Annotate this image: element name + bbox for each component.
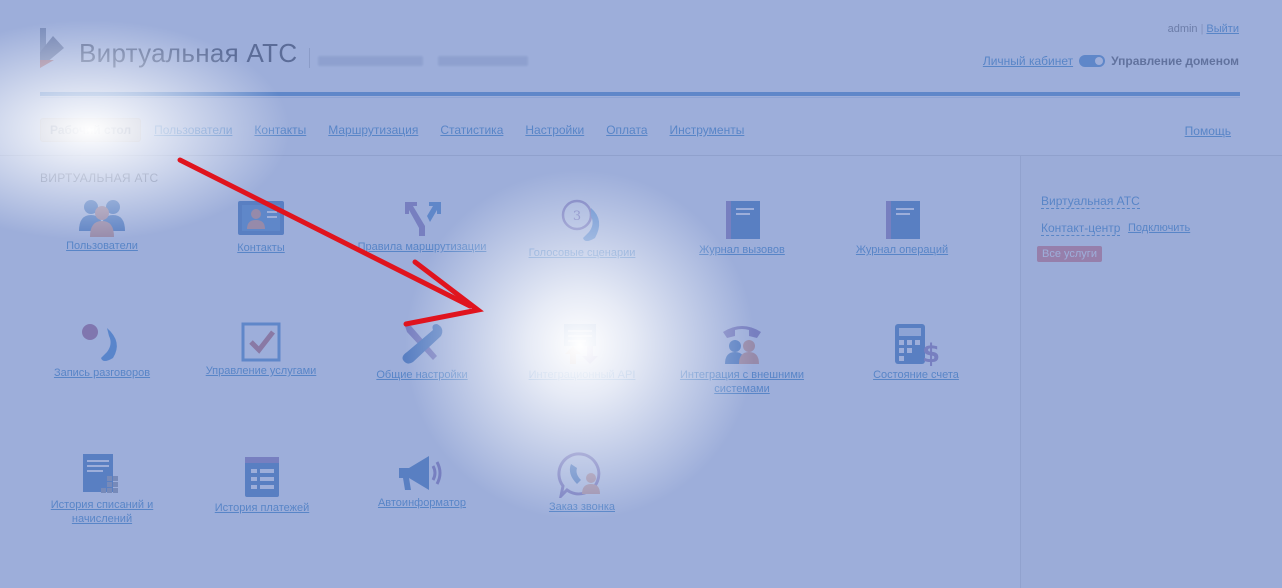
nav-item-contacts[interactable]: Контакты	[254, 123, 306, 137]
all-services-button[interactable]: Все услуги	[1037, 246, 1102, 262]
tile-label[interactable]: Контакты	[186, 241, 336, 255]
tile-label[interactable]: Заказ звонка	[507, 500, 657, 514]
tile-external-integration[interactable]: Интеграция с внешними системами	[667, 322, 817, 396]
tile-service-management[interactable]: Управление услугами	[186, 322, 336, 378]
nav-item-payment[interactable]: Оплата	[606, 123, 647, 137]
tile-payments-history[interactable]: История платежей	[187, 455, 337, 515]
title-separator	[309, 48, 310, 68]
charges-history-icon	[83, 454, 118, 493]
help-link[interactable]: Помощь	[1185, 124, 1231, 138]
sidebar-connect-link[interactable]: Подключить	[1128, 222, 1190, 234]
call-recording-icon	[82, 324, 117, 361]
nav-item-tools[interactable]: Инструменты	[670, 123, 745, 137]
telephone-users-icon	[723, 326, 761, 364]
user-bar: admin | Выйти	[1167, 23, 1239, 35]
services-sidebar: Виртуальная АТС Контакт-центр Подключить…	[1020, 156, 1282, 588]
wrench-screwdriver-icon	[402, 324, 443, 364]
payments-history-icon	[245, 457, 279, 497]
sidebar-contact-center-link[interactable]: Контакт-центр	[1041, 221, 1121, 236]
tile-autoinformer[interactable]: Автоинформатор	[347, 452, 497, 510]
tile-label[interactable]: Управление услугами	[186, 364, 336, 378]
megaphone-icon	[399, 456, 442, 490]
routing-arrows-icon	[405, 202, 441, 236]
operations-log-book-icon	[886, 201, 920, 239]
tile-label[interactable]: Журнал операций	[827, 243, 977, 257]
checkbox-icon	[241, 322, 281, 362]
tile-charges-history[interactable]: История списаний и начислений	[27, 452, 177, 526]
app-title: Виртуальная АТС	[79, 38, 298, 68]
tile-label[interactable]: Общие настройки	[347, 368, 497, 382]
personal-cabinet-link[interactable]: Личный кабинет	[983, 54, 1073, 68]
nav-item-settings[interactable]: Настройки	[525, 123, 584, 137]
logo-icon	[40, 28, 64, 68]
call-log-book-icon	[726, 201, 760, 239]
tile-call-log[interactable]: Журнал вызовов	[667, 199, 817, 257]
callback-order-icon	[557, 452, 601, 498]
tile-label[interactable]: Журнал вызовов	[667, 243, 817, 257]
sidebar-vats-link[interactable]: Виртуальная АТС	[1041, 194, 1140, 209]
tile-label[interactable]: История платежей	[187, 501, 337, 515]
users-icon	[79, 200, 125, 237]
tile-label[interactable]: Состояние счета	[841, 368, 991, 382]
tile-users[interactable]: Пользователи	[27, 197, 177, 253]
main-nav: Рабочий стол Пользователи Контакты Маршр…	[40, 118, 766, 142]
api-upload-download-icon	[564, 324, 598, 364]
tile-label[interactable]: Правила маршрутизации	[347, 240, 497, 254]
tile-label[interactable]: Пользователи	[27, 239, 177, 253]
domain-management-label: Управление доменом	[1111, 54, 1239, 68]
header-divider-light	[40, 97, 1240, 98]
svg-text:$: $	[922, 339, 940, 366]
tile-callback-order[interactable]: Заказ звонка	[507, 452, 657, 514]
tile-label[interactable]: Голосовые сценарии	[507, 246, 657, 260]
mode-switch: Личный кабинет Управление доменом	[983, 54, 1239, 68]
calculator-dollar-icon: $	[895, 324, 940, 366]
tile-routing-rules[interactable]: Правила маршрутизации	[347, 198, 497, 254]
nav-item-dashboard[interactable]: Рабочий стол	[40, 118, 142, 142]
tile-operations-log[interactable]: Журнал операций	[827, 199, 977, 257]
tile-contacts[interactable]: Контакты	[186, 199, 336, 255]
nav-item-routing[interactable]: Маршрутизация	[328, 123, 418, 137]
header: Виртуальная АТС admin | Выйти Личный кабин…	[0, 0, 1282, 155]
tile-label[interactable]: История списаний и начислений	[27, 498, 177, 526]
tile-call-recording[interactable]: Запись разговоров	[27, 322, 177, 380]
blurred-domain-name	[318, 56, 423, 66]
tile-label[interactable]: Интеграция с внешними системами	[667, 368, 817, 396]
tile-label[interactable]: Интеграционный API	[507, 368, 657, 382]
logout-link[interactable]: Выйти	[1206, 23, 1239, 35]
section-title: ВИРТУАЛЬНАЯ АТС	[40, 171, 159, 185]
blurred-domain-id	[438, 56, 528, 66]
tile-voice-scenarios[interactable]: 3 Голосовые сценарии	[507, 198, 657, 260]
tile-general-settings[interactable]: Общие настройки	[347, 322, 497, 382]
nav-item-users[interactable]: Пользователи	[154, 123, 232, 137]
header-divider	[40, 92, 1240, 96]
tile-account-balance[interactable]: $ Состояние счета	[841, 322, 991, 382]
contacts-card-icon	[238, 201, 284, 235]
tile-integration-api[interactable]: Интеграционный API	[507, 322, 657, 382]
mode-toggle[interactable]	[1079, 55, 1106, 67]
username: admin	[1167, 23, 1198, 35]
nav-item-statistics[interactable]: Статистика	[440, 123, 503, 137]
voice-scenario-icon: 3	[561, 199, 600, 241]
tile-label[interactable]: Автоинформатор	[347, 496, 497, 510]
tile-label[interactable]: Запись разговоров	[27, 366, 177, 380]
svg-text:3: 3	[573, 209, 581, 224]
